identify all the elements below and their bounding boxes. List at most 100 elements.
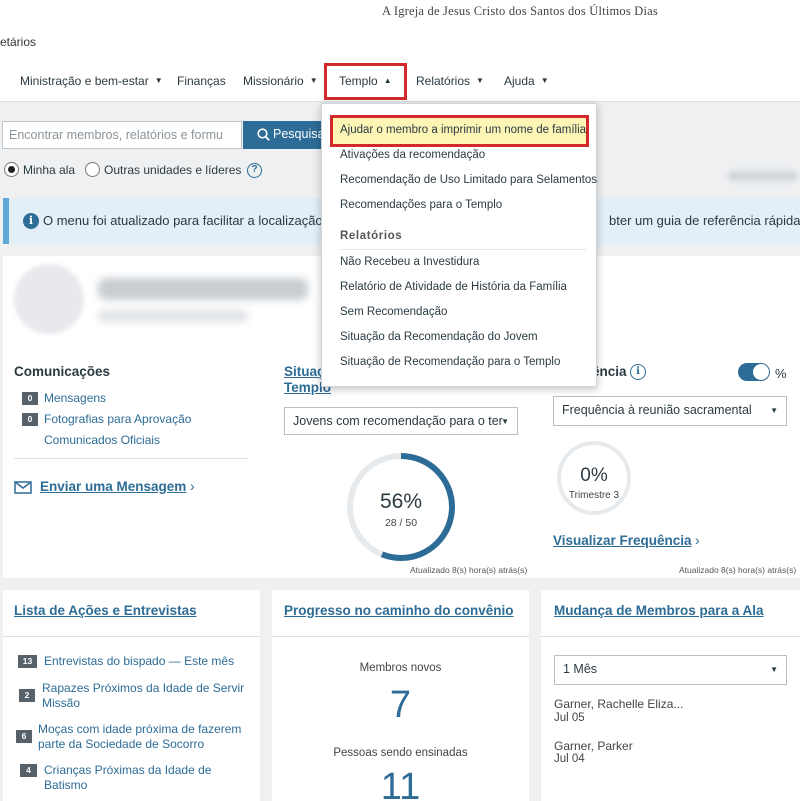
nav-item-label: Finanças	[177, 74, 226, 88]
toggle-label: %	[775, 366, 787, 381]
select-value: Frequência à reunião sacramental	[562, 403, 752, 417]
search-button[interactable]: Pesquisar	[243, 121, 333, 149]
notice-text: O menu foi atualizado para facilitar a l…	[43, 213, 341, 228]
nav-item-reports[interactable]: Relatórios ▼	[416, 74, 484, 88]
caret-down-icon: ▼	[309, 76, 318, 85]
member-moves-card	[541, 590, 800, 801]
info-icon[interactable]: i	[630, 364, 646, 380]
nav-item-label: Missionário	[243, 74, 304, 88]
dropdown-section-reports: Relatórios	[340, 230, 403, 242]
divider	[541, 636, 800, 637]
taught-label: Pessoas sendo ensinadas	[333, 747, 468, 759]
radio-label: Minha ala	[23, 163, 76, 177]
dropdown-item-youth-recommend-status[interactable]: Situação da Recomendação do Jovem	[340, 331, 538, 343]
divider	[3, 636, 260, 637]
nav-item-missionary[interactable]: Missionário ▼	[243, 74, 318, 88]
caret-down-icon: ▼	[501, 417, 509, 426]
count-badge: 4	[20, 764, 37, 777]
count-badge: 0	[22, 413, 38, 426]
temple-updated: Atualizado 8(s) hora(s) atrás(s)	[410, 565, 528, 575]
envelope-icon	[14, 481, 32, 494]
covenant-title[interactable]: Progresso no caminho do convênio	[284, 603, 514, 618]
member-date: Jul 05	[554, 712, 585, 724]
official-notices-link[interactable]: Comunicados Oficiais	[44, 433, 160, 447]
nav-item-finances[interactable]: Finanças	[177, 74, 226, 88]
dropdown-item-temple-recommends[interactable]: Recomendações para o Templo	[340, 199, 502, 211]
send-message-label: Enviar uma Mensagem	[40, 479, 187, 494]
divider	[340, 249, 586, 250]
dropdown-item-family-history-activity[interactable]: Relatório de Atividade de História da Fa…	[340, 281, 567, 293]
action-item[interactable]: Crianças Próximas da Idade de Batismo	[44, 763, 254, 793]
temple-status-title[interactable]: Situaç	[284, 364, 325, 379]
temple-percent: 56%	[379, 490, 423, 513]
select-value: 1 Mês	[563, 662, 598, 676]
divider	[272, 636, 529, 637]
dropdown-item-no-recommend[interactable]: Sem Recomendação	[340, 306, 447, 318]
new-members-value[interactable]: 7	[272, 684, 529, 727]
dropdown-item-temple-recommend-status[interactable]: Situação de Recomendação para o Templo	[340, 356, 560, 368]
attendance-updated: Atualizado 8(s) hora(s) atrás(s)	[679, 565, 797, 575]
temple-dropdown-menu: Ajudar o membro a imprimir um nome de fa…	[321, 103, 597, 387]
caret-down-icon: ▼	[770, 665, 778, 674]
messages-link[interactable]: Mensagens	[44, 391, 106, 405]
member-name[interactable]: Garner, Parker	[554, 739, 633, 753]
chevron-right-icon: ›	[695, 532, 700, 548]
nav-item-ministering[interactable]: Ministração e bem-estar ▼	[20, 74, 163, 88]
photos-approval-link[interactable]: Fotografias para Aprovação	[44, 412, 191, 426]
nav-item-label: Relatórios	[416, 74, 471, 88]
breadcrumb[interactable]: etários	[0, 35, 36, 49]
dropdown-item-limited-use-recommend[interactable]: Recomendação de Uso Limitado para Selame…	[340, 174, 597, 186]
member-date: Jul 04	[554, 753, 585, 765]
count-badge: 13	[18, 655, 37, 668]
help-icon[interactable]: ?	[247, 163, 262, 178]
action-item[interactable]: Moças com idade próxima de fazerem parte…	[38, 722, 254, 752]
caret-down-icon: ▼	[154, 76, 163, 85]
temple-fraction: 28 / 50	[384, 517, 418, 529]
communications-title: Comunicações	[14, 364, 111, 379]
blurred-name	[98, 278, 308, 300]
member-moves-title[interactable]: Mudança de Membros para a Ala	[554, 603, 764, 618]
caret-down-icon: ▼	[540, 76, 549, 85]
search-bar: Encontrar membros, relatórios e formu Pe…	[2, 121, 333, 149]
dropdown-item-recommend-activations[interactable]: Ativações da recomendação	[340, 149, 485, 161]
avatar	[14, 264, 84, 334]
radio-label: Outras unidades e líderes	[104, 163, 242, 177]
count-badge: 2	[19, 689, 35, 702]
dropdown-item-print-family-name[interactable]: Ajudar o membro a imprimir um nome de fa…	[330, 115, 589, 147]
top-banner: A Igreja de Jesus Cristo dos Santos dos …	[0, 0, 800, 24]
notice-text-end: bter um guia de referência rápida.	[609, 213, 800, 228]
percent-toggle[interactable]	[738, 363, 770, 381]
blurred-text	[728, 171, 798, 181]
nav-item-label: Ajuda	[504, 74, 535, 88]
attendance-select[interactable]: Frequência à reunião sacramental ▼	[553, 396, 787, 426]
view-attendance-label: Visualizar Frequência	[553, 533, 692, 548]
nav-item-help[interactable]: Ajuda ▼	[504, 74, 549, 88]
search-icon	[257, 128, 270, 141]
temple-nav-highlight	[324, 63, 407, 100]
chevron-right-icon: ›	[190, 478, 195, 494]
select-value: Jovens com recomendação para o ter	[293, 414, 503, 428]
period-select[interactable]: 1 Mês ▼	[554, 655, 787, 685]
info-icon: i	[23, 213, 39, 229]
breadcrumb-bar: etários	[0, 24, 800, 60]
caret-down-icon: ▼	[770, 406, 778, 415]
action-item[interactable]: Entrevistas do bispado — Este mês	[44, 654, 254, 669]
temple-status-select[interactable]: Jovens com recomendação para o ter ▼	[284, 407, 518, 435]
blurred-subtitle	[98, 310, 248, 322]
church-name: A Igreja de Jesus Cristo dos Santos dos …	[381, 4, 658, 18]
dropdown-item-not-endowed[interactable]: Não Recebeu a Investidura	[340, 256, 479, 268]
radio-my-ward[interactable]	[4, 162, 19, 177]
actions-title[interactable]: Lista de Ações e Entrevistas	[14, 603, 197, 618]
member-name[interactable]: Garner, Rachelle Eliza...	[554, 697, 683, 711]
caret-down-icon: ▼	[476, 76, 484, 85]
attendance-period: Trimestre 3	[568, 490, 620, 501]
count-badge: 6	[16, 730, 32, 743]
attendance-percent: 0%	[580, 465, 608, 486]
taught-value[interactable]: 11	[272, 766, 529, 801]
nav-item-label: Ministração e bem-estar	[20, 74, 149, 88]
dropdown-item-label: Ajudar o membro a imprimir um nome de fa…	[340, 124, 587, 136]
search-input[interactable]: Encontrar membros, relatórios e formu	[2, 121, 242, 149]
new-members-label: Membros novos	[359, 662, 442, 674]
radio-other-units[interactable]	[85, 162, 100, 177]
action-item[interactable]: Rapazes Próximos da Idade de Servir Miss…	[42, 681, 254, 711]
